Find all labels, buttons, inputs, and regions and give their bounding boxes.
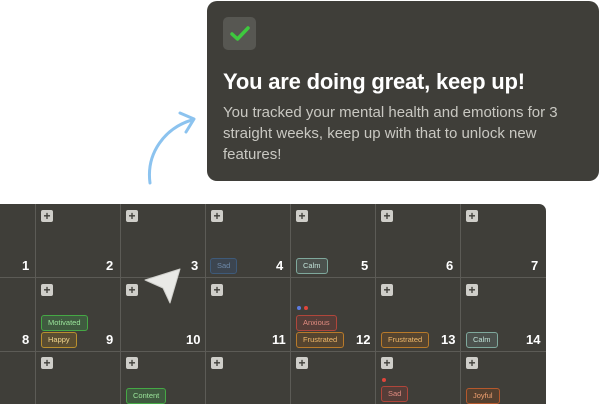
day-number: 13 — [441, 332, 456, 347]
day-number: 12 — [356, 332, 371, 347]
add-entry-button[interactable]: + — [126, 357, 138, 369]
mood-tag-sad[interactable]: Sad — [210, 258, 238, 274]
add-entry-button[interactable]: + — [296, 357, 308, 369]
day-number: 8 — [22, 332, 30, 347]
day-number: 5 — [361, 258, 369, 273]
achievement-card: You are doing great, keep up! You tracke… — [207, 1, 599, 181]
day-number: 7 — [531, 258, 539, 273]
add-entry-button[interactable]: + — [41, 357, 53, 369]
check-icon — [229, 25, 250, 41]
mood-tag-happy[interactable]: Happy — [41, 332, 77, 348]
add-entry-button[interactable]: + — [381, 284, 393, 296]
add-entry-button[interactable]: + — [41, 284, 53, 296]
add-entry-button[interactable]: + — [126, 210, 138, 222]
mood-tag-anxious[interactable]: Anxious — [296, 315, 337, 331]
add-entry-button[interactable]: + — [211, 210, 223, 222]
add-entry-button[interactable]: + — [381, 210, 393, 222]
mood-calendar: + + + + + + 1 2 3 4 5 6 7 Sad Calm + + +… — [0, 204, 546, 404]
day-number: 11 — [272, 332, 286, 347]
card-title: You are doing great, keep up! — [223, 69, 525, 94]
mood-tag-frustrated[interactable]: Frustrated — [381, 332, 430, 348]
add-entry-button[interactable]: + — [466, 357, 478, 369]
add-entry-button[interactable]: + — [466, 210, 478, 222]
cursor-pointer-icon — [144, 268, 181, 304]
mood-dot — [297, 306, 301, 310]
add-entry-button[interactable]: + — [41, 210, 53, 222]
day-number: 4 — [276, 258, 284, 273]
add-entry-button[interactable]: + — [126, 284, 138, 296]
add-entry-button[interactable]: + — [381, 357, 393, 369]
mood-dot — [382, 378, 386, 382]
card-description: You tracked your mental health and emoti… — [223, 104, 558, 163]
mood-tag-sad[interactable]: Sad — [381, 386, 409, 402]
mood-tag-calm[interactable]: Calm — [466, 332, 498, 348]
add-entry-button[interactable]: + — [466, 284, 478, 296]
day-number: 3 — [191, 258, 199, 273]
mood-tag-joyful[interactable]: Joyful — [466, 388, 500, 404]
mood-tag-calm[interactable]: Calm — [296, 258, 328, 274]
day-number: 14 — [526, 332, 541, 347]
day-number: 6 — [446, 258, 454, 273]
day-number: 9 — [106, 332, 114, 347]
curved-arrow-decoration — [147, 111, 196, 185]
add-entry-button[interactable]: + — [211, 284, 223, 296]
day-number: 1 — [22, 258, 30, 273]
day-number: 2 — [106, 258, 114, 273]
add-entry-button[interactable]: + — [211, 357, 223, 369]
check-badge — [223, 17, 256, 50]
mood-tag-content[interactable]: Content — [126, 388, 167, 404]
mood-tag-frustrated[interactable]: Frustrated — [296, 332, 345, 348]
mood-tag-motivated[interactable]: Motivated — [41, 315, 88, 331]
day-number: 10 — [186, 332, 201, 347]
add-entry-button[interactable]: + — [296, 210, 308, 222]
mood-dot — [304, 306, 308, 310]
